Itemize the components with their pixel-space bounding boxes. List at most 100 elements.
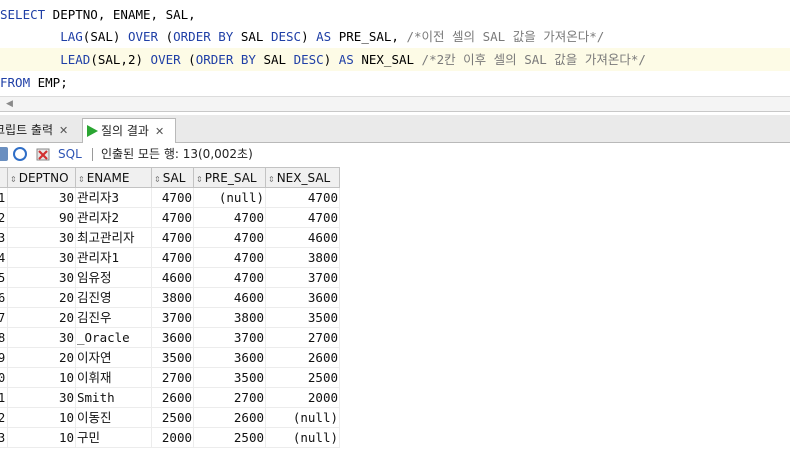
table-row[interactable]: 920이자연350036002600 bbox=[0, 348, 340, 368]
sal-cell[interactable]: 3700 bbox=[152, 308, 194, 328]
pre-sal-cell[interactable]: 2700 bbox=[194, 388, 266, 408]
pre-sal-cell[interactable]: 3800 bbox=[194, 308, 266, 328]
pre-sal-cell[interactable]: 4600 bbox=[194, 288, 266, 308]
ename-cell[interactable]: 관리자3 bbox=[76, 188, 152, 208]
pre-sal-cell[interactable]: (null) bbox=[194, 188, 266, 208]
nex-sal-cell[interactable]: 2700 bbox=[266, 328, 340, 348]
sql-editor[interactable]: SELECT DEPTNO, ENAME, SAL, LAG(SAL) OVER… bbox=[0, 0, 790, 96]
sql-button[interactable]: SQL bbox=[58, 143, 82, 166]
column-header-pre-sal[interactable]: ⇕ PRE_SAL bbox=[194, 167, 266, 188]
ename-cell[interactable]: 이휘재 bbox=[76, 368, 152, 388]
deptno-cell[interactable]: 30 bbox=[8, 388, 76, 408]
sal-cell[interactable]: 4700 bbox=[152, 208, 194, 228]
code-line[interactable]: SELECT DEPTNO, ENAME, SAL, bbox=[0, 3, 790, 26]
deptno-cell[interactable]: 30 bbox=[8, 228, 76, 248]
table-row[interactable]: 210이동진25002600(null) bbox=[0, 408, 340, 428]
pre-sal-cell[interactable]: 4700 bbox=[194, 268, 266, 288]
table-row[interactable]: 430관리자1470047003800 bbox=[0, 248, 340, 268]
ename-cell[interactable]: 김진우 bbox=[76, 308, 152, 328]
ename-cell[interactable]: 김진영 bbox=[76, 288, 152, 308]
sal-cell[interactable]: 4700 bbox=[152, 248, 194, 268]
pre-sal-cell[interactable]: 4700 bbox=[194, 208, 266, 228]
row-number-cell[interactable]: 3 bbox=[0, 228, 8, 248]
code-line[interactable]: LAG(SAL) OVER (ORDER BY SAL DESC) AS PRE… bbox=[0, 25, 790, 48]
sal-cell[interactable]: 4700 bbox=[152, 188, 194, 208]
sal-cell[interactable]: 3600 bbox=[152, 328, 194, 348]
column-header-nex-sal[interactable]: ⇕ NEX_SAL bbox=[266, 167, 340, 188]
deptno-cell[interactable]: 30 bbox=[8, 328, 76, 348]
ename-cell[interactable]: 관리자1 bbox=[76, 248, 152, 268]
ename-cell[interactable]: Smith bbox=[76, 388, 152, 408]
row-number-cell[interactable]: 9 bbox=[0, 348, 8, 368]
pre-sal-cell[interactable]: 2500 bbox=[194, 428, 266, 448]
row-number-cell[interactable]: 5 bbox=[0, 268, 8, 288]
sal-cell[interactable]: 2500 bbox=[152, 408, 194, 428]
pre-sal-cell[interactable]: 4700 bbox=[194, 248, 266, 268]
sal-cell[interactable]: 4600 bbox=[152, 268, 194, 288]
nex-sal-cell[interactable]: 3800 bbox=[266, 248, 340, 268]
sal-cell[interactable]: 4700 bbox=[152, 228, 194, 248]
deptno-cell[interactable]: 10 bbox=[8, 428, 76, 448]
table-row[interactable]: 130Smith260027002000 bbox=[0, 388, 340, 408]
row-number-cell[interactable]: 6 bbox=[0, 288, 8, 308]
column-header-ename[interactable]: ⇕ ENAME bbox=[76, 167, 152, 188]
deptno-cell[interactable]: 30 bbox=[8, 248, 76, 268]
sal-cell[interactable]: 2600 bbox=[152, 388, 194, 408]
ename-cell[interactable]: 구민 bbox=[76, 428, 152, 448]
table-row[interactable]: 720김진우370038003500 bbox=[0, 308, 340, 328]
editor-horizontal-scrollbar[interactable]: ◀ bbox=[0, 96, 790, 112]
pre-sal-cell[interactable]: 4700 bbox=[194, 228, 266, 248]
table-row[interactable]: 330최고관리자470047004600 bbox=[0, 228, 340, 248]
tab-script-output[interactable]: 크립트 출력 ✕ bbox=[0, 118, 80, 142]
row-number-cell[interactable]: 1 bbox=[0, 388, 8, 408]
column-header-sal[interactable]: ⇕ SAL bbox=[152, 167, 194, 188]
sal-cell[interactable]: 2700 bbox=[152, 368, 194, 388]
scroll-left-icon[interactable]: ◀ bbox=[6, 97, 13, 111]
sal-cell[interactable]: 3800 bbox=[152, 288, 194, 308]
deptno-cell[interactable]: 20 bbox=[8, 348, 76, 368]
deptno-cell[interactable]: 30 bbox=[8, 268, 76, 288]
deptno-cell[interactable]: 20 bbox=[8, 308, 76, 328]
pre-sal-cell[interactable]: 3600 bbox=[194, 348, 266, 368]
row-number-cell[interactable]: 8 bbox=[0, 328, 8, 348]
column-header-deptno[interactable]: ⇕ DEPTNO bbox=[8, 167, 76, 188]
deptno-cell[interactable]: 30 bbox=[8, 188, 76, 208]
deptno-cell[interactable]: 20 bbox=[8, 288, 76, 308]
nex-sal-cell[interactable]: 4600 bbox=[266, 228, 340, 248]
table-row[interactable]: 530임유정460047003700 bbox=[0, 268, 340, 288]
nex-sal-cell[interactable]: (null) bbox=[266, 428, 340, 448]
ename-cell[interactable]: _Oracle bbox=[76, 328, 152, 348]
ename-cell[interactable]: 이자연 bbox=[76, 348, 152, 368]
deptno-cell[interactable]: 90 bbox=[8, 208, 76, 228]
ename-cell[interactable]: 최고관리자 bbox=[76, 228, 152, 248]
row-number-cell[interactable]: 7 bbox=[0, 308, 8, 328]
table-row[interactable]: 620김진영380046003600 bbox=[0, 288, 340, 308]
row-number-cell[interactable]: 1 bbox=[0, 188, 8, 208]
nex-sal-cell[interactable]: 4700 bbox=[266, 208, 340, 228]
ename-cell[interactable]: 이동진 bbox=[76, 408, 152, 428]
table-row[interactable]: 290관리자2470047004700 bbox=[0, 208, 340, 228]
row-number-cell[interactable]: 2 bbox=[0, 408, 8, 428]
table-row[interactable]: 830_Oracle360037002700 bbox=[0, 328, 340, 348]
nex-sal-cell[interactable]: 3600 bbox=[266, 288, 340, 308]
sal-cell[interactable]: 3500 bbox=[152, 348, 194, 368]
nex-sal-cell[interactable]: 3700 bbox=[266, 268, 340, 288]
delete-sql-icon[interactable] bbox=[36, 147, 50, 161]
nex-sal-cell[interactable]: 2500 bbox=[266, 368, 340, 388]
pre-sal-cell[interactable]: 2600 bbox=[194, 408, 266, 428]
table-row[interactable]: 310구민20002500(null) bbox=[0, 428, 340, 448]
sal-cell[interactable]: 2000 bbox=[152, 428, 194, 448]
nex-sal-cell[interactable]: (null) bbox=[266, 408, 340, 428]
table-row[interactable]: 130관리자34700(null)4700 bbox=[0, 188, 340, 208]
pre-sal-cell[interactable]: 3700 bbox=[194, 328, 266, 348]
nex-sal-cell[interactable]: 2000 bbox=[266, 388, 340, 408]
close-icon[interactable]: ✕ bbox=[59, 124, 68, 137]
pre-sal-cell[interactable]: 3500 bbox=[194, 368, 266, 388]
ename-cell[interactable]: 임유정 bbox=[76, 268, 152, 288]
nex-sal-cell[interactable]: 2600 bbox=[266, 348, 340, 368]
code-line[interactable]: FROM EMP; bbox=[0, 71, 790, 94]
table-row[interactable]: 010이휘재270035002500 bbox=[0, 368, 340, 388]
code-line[interactable]: LEAD(SAL,2) OVER (ORDER BY SAL DESC) AS … bbox=[0, 48, 790, 71]
row-number-cell[interactable]: 4 bbox=[0, 248, 8, 268]
refresh-icon[interactable] bbox=[13, 147, 27, 161]
